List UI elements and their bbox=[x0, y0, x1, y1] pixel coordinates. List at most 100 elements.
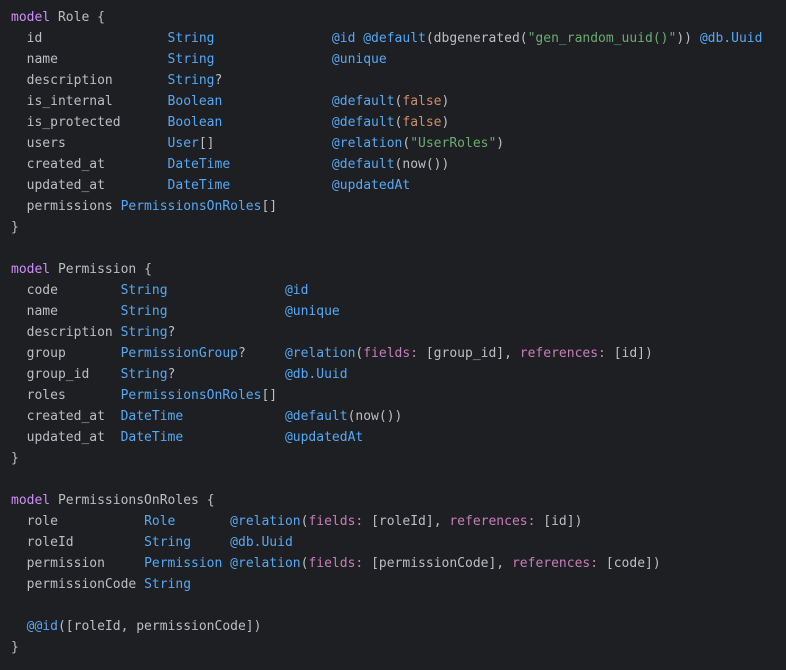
code-token-br: } bbox=[11, 640, 19, 655]
code-line[interactable]: permission Permission @relation(fields: … bbox=[11, 553, 781, 574]
code-line[interactable]: description String? bbox=[11, 70, 781, 91]
code-token-punc: [code]) bbox=[598, 556, 661, 571]
code-token-punc: (dbgenerated( bbox=[425, 31, 528, 46]
code-line[interactable]: updated_at DateTime @updatedAt bbox=[11, 175, 781, 196]
code-token-fld: created_at bbox=[11, 157, 168, 172]
code-line[interactable]: model Permission { bbox=[11, 259, 781, 280]
code-token-fld: updated_at bbox=[11, 178, 168, 193]
code-token-punc: [] bbox=[198, 136, 215, 151]
code-token-kw: model bbox=[11, 262, 51, 277]
code-line[interactable]: permissionCode String bbox=[11, 574, 781, 595]
code-token-type: User bbox=[167, 136, 199, 151]
code-line[interactable]: group PermissionGroup? @relation(fields:… bbox=[11, 343, 781, 364]
code-token-br: { bbox=[97, 10, 105, 25]
code-token-fld: description bbox=[11, 73, 168, 88]
code-token-str: "gen_random_uuid()" bbox=[527, 31, 677, 46]
code-line[interactable]: code String @id bbox=[11, 280, 781, 301]
code-token-attr: @updatedAt bbox=[284, 430, 364, 445]
code-token-punc: ? bbox=[167, 325, 176, 340]
code-editor[interactable]: model Role { id String @id @default(dbge… bbox=[0, 0, 786, 670]
code-token-type: PermissionsOnRoles bbox=[120, 199, 262, 214]
code-token-attr: @id bbox=[331, 31, 356, 46]
code-line[interactable]: description String? bbox=[11, 322, 781, 343]
code-token-fld: permissionCode bbox=[11, 577, 145, 592]
code-line[interactable]: roleId String @db.Uuid bbox=[11, 532, 781, 553]
code-token-type: String bbox=[144, 535, 192, 550]
code-token-attr: @relation bbox=[230, 556, 301, 571]
code-token-punc: ? bbox=[214, 73, 223, 88]
code-token-fld: group bbox=[11, 346, 121, 361]
code-token-bool: false bbox=[402, 94, 442, 109]
code-line[interactable]: name String @unique bbox=[11, 301, 781, 322]
code-token-punc: (now()) bbox=[394, 157, 450, 172]
code-token-fld: description bbox=[11, 325, 121, 340]
code-token-type: Permission bbox=[144, 556, 223, 571]
code-token-punc: [id]) bbox=[535, 514, 583, 529]
code-token-fld: created_at bbox=[11, 409, 121, 424]
code-line[interactable] bbox=[11, 238, 781, 259]
code-token-punc: ([roleId, permissionCode]) bbox=[57, 619, 262, 634]
code-token-type: PermissionsOnRoles bbox=[120, 388, 262, 403]
code-token-fld: group_id bbox=[11, 367, 121, 382]
code-token-attr: @updatedAt bbox=[331, 178, 411, 193]
code-token-attr: @relation bbox=[331, 136, 403, 151]
code-token-str: "UserRoles" bbox=[410, 136, 497, 151]
code-line[interactable]: permissions PermissionsOnRoles[] bbox=[11, 196, 781, 217]
code-token-attr: @relation bbox=[284, 346, 356, 361]
code-line[interactable]: id String @id @default(dbgenerated("gen_… bbox=[11, 28, 781, 49]
code-line[interactable]: @@id([roleId, permissionCode]) bbox=[11, 616, 781, 637]
code-token-arg: fields: bbox=[308, 514, 364, 529]
code-line[interactable]: updated_at DateTime @updatedAt bbox=[11, 427, 781, 448]
code-token-punc: [roleId], bbox=[363, 514, 450, 529]
code-token-punc: [permissionCode], bbox=[363, 556, 512, 571]
code-line[interactable] bbox=[11, 595, 781, 616]
code-token-fld: roleId bbox=[11, 535, 145, 550]
code-token-attr: @default bbox=[363, 31, 426, 46]
code-token-attr: @@id bbox=[26, 619, 58, 634]
code-line[interactable]: } bbox=[11, 217, 781, 238]
code-line[interactable]: role Role @relation(fields: [roleId], re… bbox=[11, 511, 781, 532]
code-line[interactable]: users User[] @relation("UserRoles") bbox=[11, 133, 781, 154]
code-token-arg: fields: bbox=[308, 556, 364, 571]
code-token-fld: roles bbox=[11, 388, 121, 403]
code-line[interactable] bbox=[11, 469, 781, 490]
code-line[interactable]: model Role { bbox=[11, 7, 781, 28]
code-token-attr: @default bbox=[331, 115, 395, 130]
code-line[interactable]: } bbox=[11, 637, 781, 658]
code-line[interactable]: is_internal Boolean @default(false) bbox=[11, 91, 781, 112]
code-token-fld: updated_at bbox=[11, 430, 121, 445]
code-token-attr: @default bbox=[331, 94, 395, 109]
code-token-fld: permission bbox=[11, 556, 145, 571]
code-token-type: String bbox=[120, 304, 168, 319]
code-line[interactable]: created_at DateTime @default(now()) bbox=[11, 154, 781, 175]
code-line[interactable]: } bbox=[11, 448, 781, 469]
code-line[interactable]: model PermissionsOnRoles { bbox=[11, 490, 781, 511]
code-line[interactable]: name String @unique bbox=[11, 49, 781, 70]
code-token-type: String bbox=[144, 577, 192, 592]
code-line[interactable]: is_protected Boolean @default(false) bbox=[11, 112, 781, 133]
code-token-attr: @db.Uuid bbox=[699, 31, 763, 46]
code-token-arg: fields: bbox=[363, 346, 419, 361]
code-token-name: PermissionsOnRoles bbox=[50, 493, 207, 508]
code-line[interactable]: roles PermissionsOnRoles[] bbox=[11, 385, 781, 406]
code-token-type: String bbox=[120, 325, 168, 340]
code-token-type: Boolean bbox=[167, 94, 223, 109]
code-token-punc: [group_id], bbox=[418, 346, 520, 361]
code-token-attr: @id bbox=[284, 283, 309, 298]
code-token-br: { bbox=[206, 493, 215, 508]
code-token-kw: model bbox=[11, 493, 51, 508]
code-line[interactable]: created_at DateTime @default(now()) bbox=[11, 406, 781, 427]
code-line[interactable]: group_id String? @db.Uuid bbox=[11, 364, 781, 385]
code-token-type: DateTime bbox=[120, 430, 184, 445]
code-token-punc: ) bbox=[496, 136, 505, 151]
